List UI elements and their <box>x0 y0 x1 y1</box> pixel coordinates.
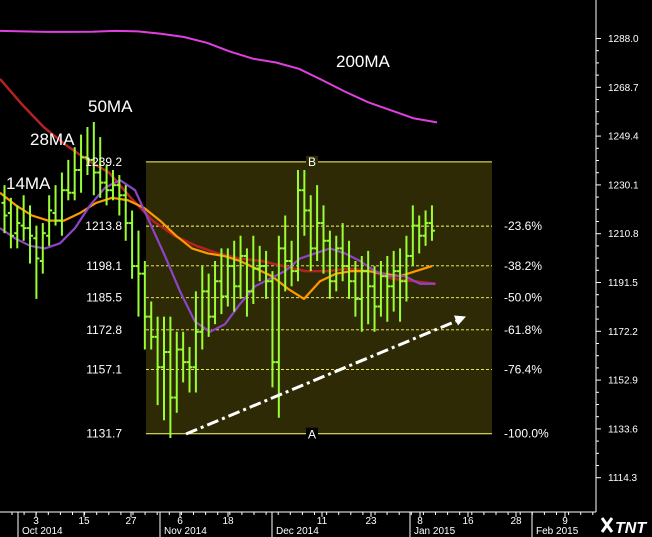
fib-percent-label: -23.6% <box>504 219 542 233</box>
x-month-label: Oct 2014 <box>22 526 63 537</box>
fib-price-label: 1157.1 <box>86 362 122 376</box>
x-day-label: 28 <box>510 516 522 527</box>
x-day-label: 15 <box>78 516 90 527</box>
logo-text: TNT <box>615 520 647 537</box>
y-tick-label: 1191.5 <box>608 278 638 289</box>
y-tick-label: 1114.3 <box>608 473 638 484</box>
y-tick-label: 1172.2 <box>608 327 638 338</box>
fib-percent-label: -61.8% <box>504 323 542 337</box>
x-day-label: 18 <box>222 516 234 527</box>
y-tick-label: 1152.9 <box>608 376 638 387</box>
x-month-label: Dec 2014 <box>276 526 319 537</box>
y-tick-label: 1249.4 <box>608 132 639 143</box>
fib-percent-label: -100.0% <box>504 427 549 441</box>
fib-price-label: 1198.1 <box>86 259 122 273</box>
fib-price-label: 1239.2 <box>85 155 122 169</box>
ma-label: 14MA <box>6 174 51 193</box>
fib-percent-label: -38.2% <box>504 259 542 273</box>
fib-price-label: 1213.8 <box>85 219 122 233</box>
fib-high-label: B <box>308 155 316 169</box>
y-tick-label: 1288.0 <box>608 34 639 45</box>
chart-root: 1239.2 1213.8 -23.6% 1198.1 -38.2% 1185.5 -50.… <box>0 0 652 537</box>
fib-price-label: 1172.8 <box>86 323 122 337</box>
price-chart: 1239.2 1213.8 -23.6% 1198.1 -38.2% 1185.5 -50.… <box>0 0 652 537</box>
x-month-label: Feb 2015 <box>536 526 579 537</box>
fib-price-label: 1131.7 <box>86 427 122 441</box>
x-day-label: 27 <box>125 516 137 527</box>
x-month-label: Nov 2014 <box>164 526 207 537</box>
x-month-label: Jan 2015 <box>414 526 456 537</box>
y-tick-label: 1210.8 <box>608 229 639 240</box>
fib-percent-label: -76.4% <box>504 362 542 376</box>
ma-label: 28MA <box>30 130 75 149</box>
fib-price-label: 1185.5 <box>86 291 122 305</box>
x-day-label: 16 <box>462 516 474 527</box>
x-day-label: 23 <box>365 516 377 527</box>
y-tick-label: 1268.7 <box>608 83 639 94</box>
ma-label: 50MA <box>88 97 133 116</box>
y-tick-label: 1230.1 <box>608 180 639 191</box>
y-tick-label: 1133.6 <box>608 424 638 435</box>
fib-percent-label: -50.0% <box>504 291 542 305</box>
tnt-logo: TNT <box>598 514 652 537</box>
ma-label: 200MA <box>336 52 391 71</box>
fib-low-label: A <box>308 428 316 442</box>
